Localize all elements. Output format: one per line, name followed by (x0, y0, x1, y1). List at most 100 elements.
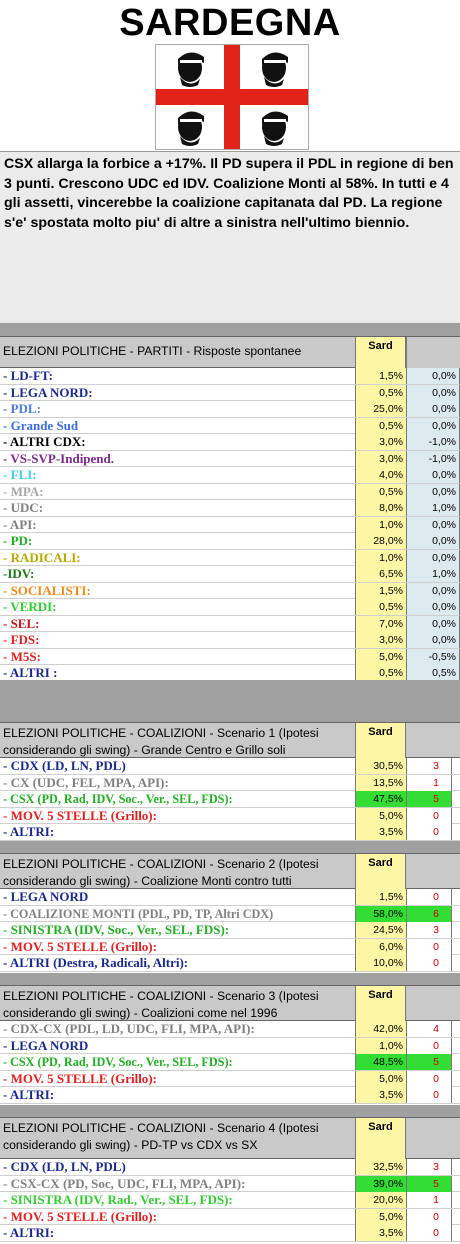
seat-count: 0 (406, 938, 452, 955)
section-header-text: ELEZIONI POLITICHE - PARTITI - Risposte … (3, 344, 302, 358)
coalition-row: - MOV. 5 STELLE (Grillo): 5,0% 0 (0, 1208, 460, 1225)
vote-share: 1,5% (355, 582, 406, 599)
vote-share: 1,0% (355, 549, 406, 566)
title-box: SARDEGNA (0, 0, 460, 152)
party-row: - M5S: 5,0% -0,5% (0, 648, 460, 665)
coalition-row: - ALTRI: 3,5% 0 (0, 1087, 460, 1104)
row-label: - ALTRI: (3, 1087, 55, 1102)
vote-share: 3,0% (355, 450, 406, 467)
vote-share: 48,5% (355, 1054, 406, 1070)
seat-count: 0 (406, 1208, 452, 1225)
seat-count: 3 (406, 922, 452, 938)
change-value: 0,0% (406, 615, 460, 632)
coalition-row: - CDX (LD, LN, PDL) 32,5% 3 (0, 1159, 460, 1176)
sard-column-header: Sard (355, 1118, 406, 1160)
coalition-row: - MOV. 5 STELLE (Grillo): 5,0% 0 (0, 1070, 460, 1087)
seat-count: 0 (406, 1037, 452, 1054)
vote-share: 39,0% (355, 1175, 406, 1192)
party-row: - FDS: 3,0% 0,0% (0, 632, 460, 649)
coalition-row: - CDX-CX (PDL, LD, UDC, FLI, MPA, API): 4… (0, 1021, 460, 1038)
vote-share: 24,5% (355, 922, 406, 938)
seat-count: 0 (406, 807, 452, 824)
vote-share: 3,0% (355, 632, 406, 648)
row-label: - VERDI: (3, 599, 57, 614)
row-label: - MOV. 5 STELLE (Grillo): (3, 807, 157, 823)
section-spacer (0, 1105, 460, 1117)
vote-share: 10,0% (355, 955, 406, 971)
vote-share: 25,0% (355, 401, 406, 417)
coalition-row: - ALTRI (Destra, Radicali, Altri): 10,0% 0 (0, 955, 460, 972)
row-label: - ALTRI: (3, 824, 55, 839)
party-row: - VS-SVP-Indipend. 3,0% -1,0% (0, 450, 460, 467)
section-spacer (0, 680, 460, 722)
seat-count: 0 (406, 889, 452, 905)
vote-share: 30,5% (355, 758, 406, 774)
change-value: -0,5% (406, 648, 460, 665)
section-spacer (0, 841, 460, 853)
sard-column-header: Sard (355, 337, 406, 369)
vote-share: 0,5% (355, 599, 406, 615)
sard-column-header: Sard (355, 986, 406, 1022)
change-value: 0,0% (406, 582, 460, 599)
party-row: - SEL: 7,0% 0,0% (0, 615, 460, 632)
party-row: - Grande Sud 0,5% 0,0% (0, 417, 460, 434)
row-label: - FLI: (3, 467, 37, 482)
sard-column-header: Sard (355, 723, 406, 759)
row-label: - SEL: (3, 615, 40, 631)
row-label: - CSX (PD, Rad, IDV, Soc., Ver., SEL, FD… (3, 1055, 233, 1069)
seat-count: 1 (406, 1192, 452, 1208)
party-row: -IDV: 6,5% 1,0% (0, 566, 460, 583)
row-label: - CX (UDC, FEL, MPA, API): (3, 774, 169, 790)
row-label: - MPA: (3, 483, 44, 499)
vote-share: 1,5% (355, 889, 406, 905)
vote-share: 4,0% (355, 467, 406, 483)
vote-share: 0,5% (355, 417, 406, 434)
row-label: - SINISTRA (IDV, Soc., Ver., SEL, FDS): (3, 922, 230, 937)
coalition-row: - MOV. 5 STELLE (Grillo): 6,0% 0 (0, 938, 460, 955)
party-row: - ALTRI CDX: 3,0% -1,0% (0, 434, 460, 451)
section-header: ELEZIONI POLITICHE - COALIZIONI - Scenar… (0, 1117, 460, 1160)
vote-share: 0,5% (355, 665, 406, 681)
row-label: - ALTRI : (3, 665, 58, 680)
vote-share: 32,5% (355, 1159, 406, 1175)
coalition-row: - CSX (PD, Rad, IDV, Soc., Ver., SEL, FD… (0, 791, 460, 808)
coalition-row: - ALTRI: 3,5% 0 (0, 824, 460, 841)
party-row: - MPA: 0,5% 0,0% (0, 483, 460, 500)
row-label: - ALTRI (Destra, Radicali, Altri): (3, 955, 189, 970)
row-label: - FDS: (3, 632, 40, 647)
seat-count: 0 (406, 1070, 452, 1087)
row-label: - LD-FT: (3, 368, 53, 383)
party-row: - LEGA NORD: 0,5% 0,0% (0, 384, 460, 401)
change-value: 0,0% (406, 368, 460, 384)
four-moors-flag-icon (155, 44, 309, 150)
coalition-row: - CSX (PD, Rad, IDV, Soc., Ver., SEL, FD… (0, 1054, 460, 1071)
change-value: 1,0% (406, 500, 460, 516)
row-label: - ALTRI CDX: (3, 434, 86, 449)
party-row: - LD-FT: 1,5% 0,0% (0, 368, 460, 385)
row-label: - M5S: (3, 648, 41, 664)
row-label: - MOV. 5 STELLE (Grillo): (3, 1208, 157, 1224)
party-row: - VERDI: 0,5% 0,0% (0, 599, 460, 616)
section-header-text: ELEZIONI POLITICHE - COALIZIONI - Scenar… (3, 857, 319, 888)
vote-share: 8,0% (355, 500, 406, 516)
coalition-row: - SINISTRA (IDV, Rad., Ver., SEL, FDS): 2… (0, 1192, 460, 1209)
vote-share: 0,5% (355, 483, 406, 500)
vote-share: 20,0% (355, 1192, 406, 1208)
vote-share: 5,0% (355, 648, 406, 665)
coalition-row: - SINISTRA (IDV, Soc., Ver., SEL, FDS): 2… (0, 922, 460, 939)
change-value: 0,5% (406, 665, 460, 681)
change-value: -1,0% (406, 450, 460, 467)
change-value: 0,0% (406, 384, 460, 401)
coalition-row: - MOV. 5 STELLE (Grillo): 5,0% 0 (0, 807, 460, 824)
vote-share: 42,0% (355, 1021, 406, 1037)
vote-share: 58,0% (355, 905, 406, 922)
vote-share: 7,0% (355, 615, 406, 632)
section-spacer (0, 324, 460, 336)
party-row: - PD: 28,0% 0,0% (0, 533, 460, 550)
change-value: 0,0% (406, 549, 460, 566)
change-value: 0,0% (406, 533, 460, 549)
row-label: - RADICALI: (3, 549, 81, 565)
seat-count: 5 (406, 1175, 452, 1192)
coalition-row: - CSX-CX (PD, Soc, UDC, FLI, MPA, API): 3… (0, 1175, 460, 1192)
vote-share: 5,0% (355, 1208, 406, 1225)
